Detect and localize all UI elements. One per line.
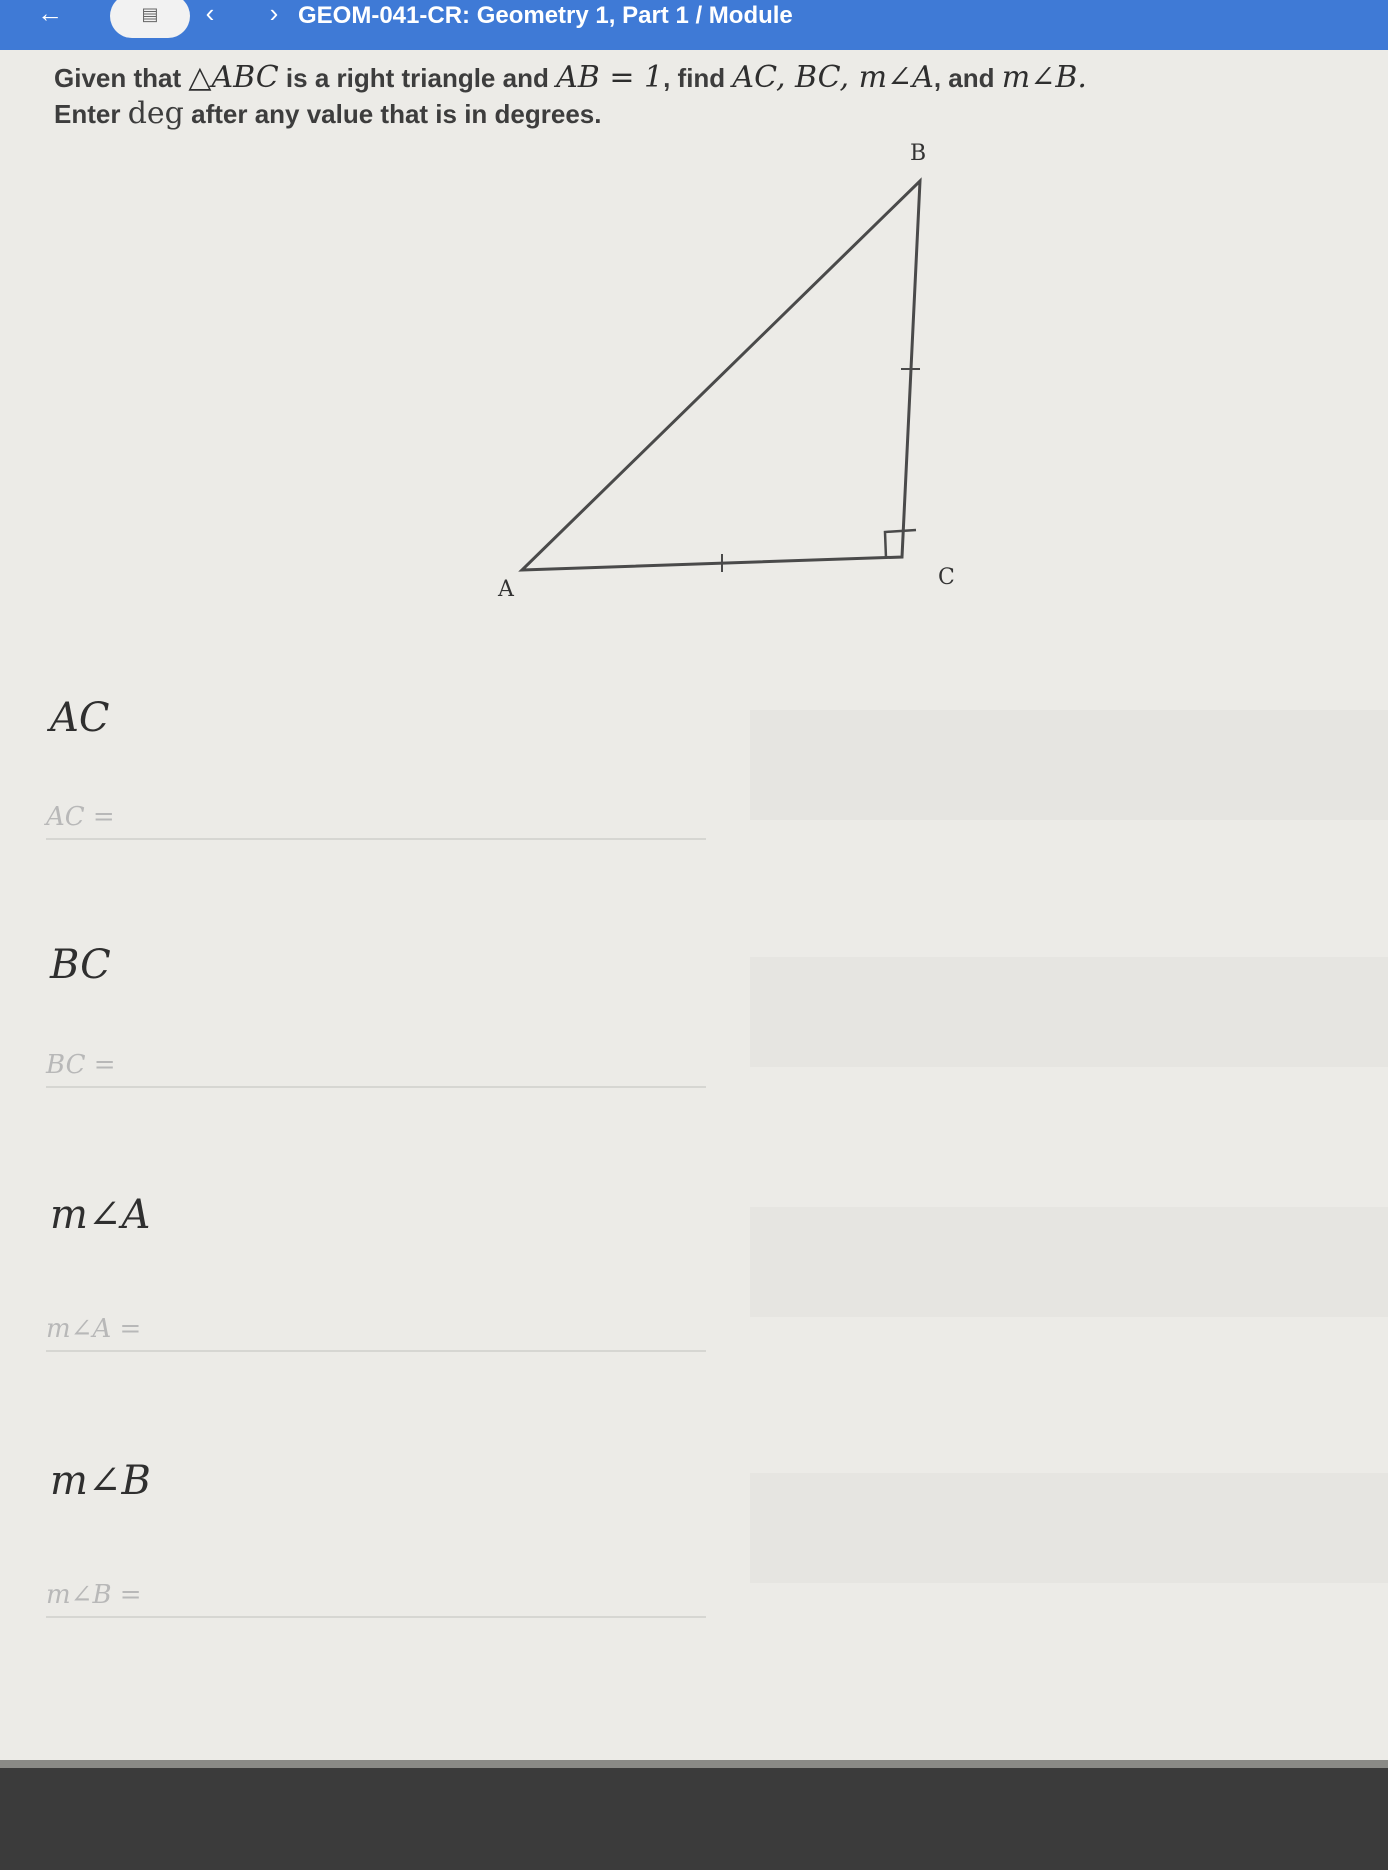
ac-field-label: AC = xyxy=(46,802,115,832)
top-nav-bar: ← ▤ ‹ › GEOM-041-CR: Geometry 1, Part 1 … xyxy=(0,0,1388,50)
prompt-is-right: is a right triangle and xyxy=(285,63,549,93)
prompt-ab-equation: AB = 1 xyxy=(556,60,664,95)
angle-b-field-label: m∠B = xyxy=(46,1580,142,1610)
ac-input[interactable] xyxy=(136,798,700,836)
prompt-targets: AC, BC, m∠A xyxy=(732,60,934,95)
save-icon[interactable]: ▤ xyxy=(110,0,190,38)
arrow-left-icon[interactable]: ← xyxy=(30,0,70,32)
ac-heading: AC xyxy=(50,695,110,741)
bc-field-label: BC = xyxy=(46,1050,116,1080)
bc-underline xyxy=(46,1086,706,1088)
prompt-triangle: △ABC xyxy=(188,60,279,95)
angle-b-heading: m∠B xyxy=(50,1458,151,1504)
instruction-pre: Enter xyxy=(54,99,121,129)
angle-b-side-panel xyxy=(750,1473,1388,1583)
angle-b-answer-field[interactable]: m∠B = xyxy=(46,1566,716,1618)
problem-statement: Given that △ABC is a right triangle and … xyxy=(54,60,1374,95)
bc-heading: BC xyxy=(50,942,111,988)
angle-a-input[interactable] xyxy=(166,1310,700,1348)
degree-instruction: Enter deg after any value that is in deg… xyxy=(54,96,1374,131)
chevron-right-icon[interactable]: › xyxy=(262,0,286,32)
angle-b-input[interactable] xyxy=(166,1576,700,1614)
ac-underline xyxy=(46,838,706,840)
instruction-post: after any value that is in degrees. xyxy=(191,99,602,129)
vertex-label-c: C xyxy=(938,565,955,590)
triangle-diagram: A B C xyxy=(497,141,955,602)
prompt-find: , find xyxy=(663,63,726,93)
bc-side-panel xyxy=(750,957,1388,1067)
bc-answer-field[interactable]: BC = xyxy=(46,1036,716,1088)
bc-input[interactable] xyxy=(136,1046,700,1084)
angle-b-underline xyxy=(46,1616,706,1618)
ac-side-panel xyxy=(750,710,1388,820)
instruction-deg: deg xyxy=(127,96,184,131)
vertex-label-a: A xyxy=(497,577,515,602)
prompt-target-last: m∠B. xyxy=(1001,60,1087,95)
angle-a-field-label: m∠A = xyxy=(46,1314,142,1344)
angle-a-underline xyxy=(46,1350,706,1352)
ac-answer-field[interactable]: AC = xyxy=(46,788,716,840)
right-angle-marker xyxy=(883,528,917,559)
breadcrumb: GEOM-041-CR: Geometry 1, Part 1 / Module xyxy=(298,2,793,29)
angle-a-heading: m∠A xyxy=(50,1192,151,1238)
angle-a-side-panel xyxy=(750,1207,1388,1317)
chevron-left-icon[interactable]: ‹ xyxy=(198,0,222,32)
prompt-given: Given that xyxy=(54,63,182,93)
triangle-abc xyxy=(518,177,922,572)
angle-a-answer-field[interactable]: m∠A = xyxy=(46,1300,716,1352)
vertex-label-b: B xyxy=(910,141,926,166)
screen-bezel xyxy=(0,1768,1388,1870)
prompt-and: , and xyxy=(933,63,995,93)
